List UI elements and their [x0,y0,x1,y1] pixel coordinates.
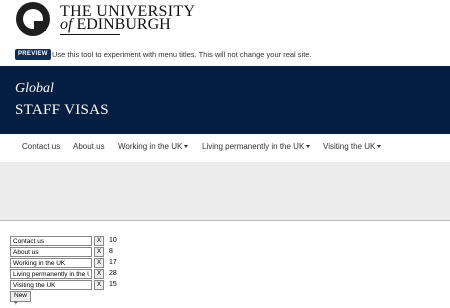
remove-button[interactable]: X [94,247,104,257]
remove-button[interactable]: X [94,236,104,246]
menu-title-input[interactable] [10,236,92,246]
remove-button[interactable]: X [94,258,104,268]
nav-item-living-permanently[interactable]: Living permanently in the UK [202,142,311,151]
nav-item-visiting-the-uk[interactable]: Visiting the UK [323,142,382,151]
site-header: THE UNIVERSITY of EDINBURGH [0,0,450,42]
remove-button[interactable]: X [94,269,104,279]
character-count: 10 [109,237,117,244]
nav-item-about-us[interactable]: About us [73,142,105,151]
menu-title-input[interactable] [10,247,92,257]
preview-notice: PREVIEW Use this tool to experiment with… [0,48,450,62]
main-nav: Contact us About us Working in the UK Li… [0,134,450,163]
menu-title-input[interactable] [10,258,92,268]
nav-item-contact-us[interactable]: Contact us [22,142,60,151]
menu-title-input[interactable] [10,280,92,290]
chevron-down-icon [377,145,382,149]
banner-title-wrap: STAFF VISAS [15,101,109,119]
preview-badge: PREVIEW [15,49,51,60]
remove-button[interactable]: X [94,280,104,290]
university-crest-logo[interactable] [16,2,50,36]
banner-title[interactable]: STAFF VISAS [15,102,109,118]
menu-title-input[interactable] [10,269,92,279]
chevron-down-icon [306,145,311,149]
nav-item-working-in-the-uk[interactable]: Working in the UK [118,142,189,151]
new-menu-item-button[interactable]: New + [10,291,32,307]
chevron-down-icon [184,145,189,149]
logo-divider [60,34,120,35]
content-placeholder [0,162,450,221]
character-count: 8 [109,248,113,255]
university-name-line2[interactable]: of EDINBURGH [60,16,171,34]
banner-subtitle[interactable]: Global [15,81,54,97]
character-count: 28 [109,270,117,277]
site-banner: Global [0,66,450,134]
character-count: 17 [109,259,117,266]
preview-text: Use this tool to experiment with menu ti… [52,50,312,59]
character-count: 15 [109,281,117,288]
